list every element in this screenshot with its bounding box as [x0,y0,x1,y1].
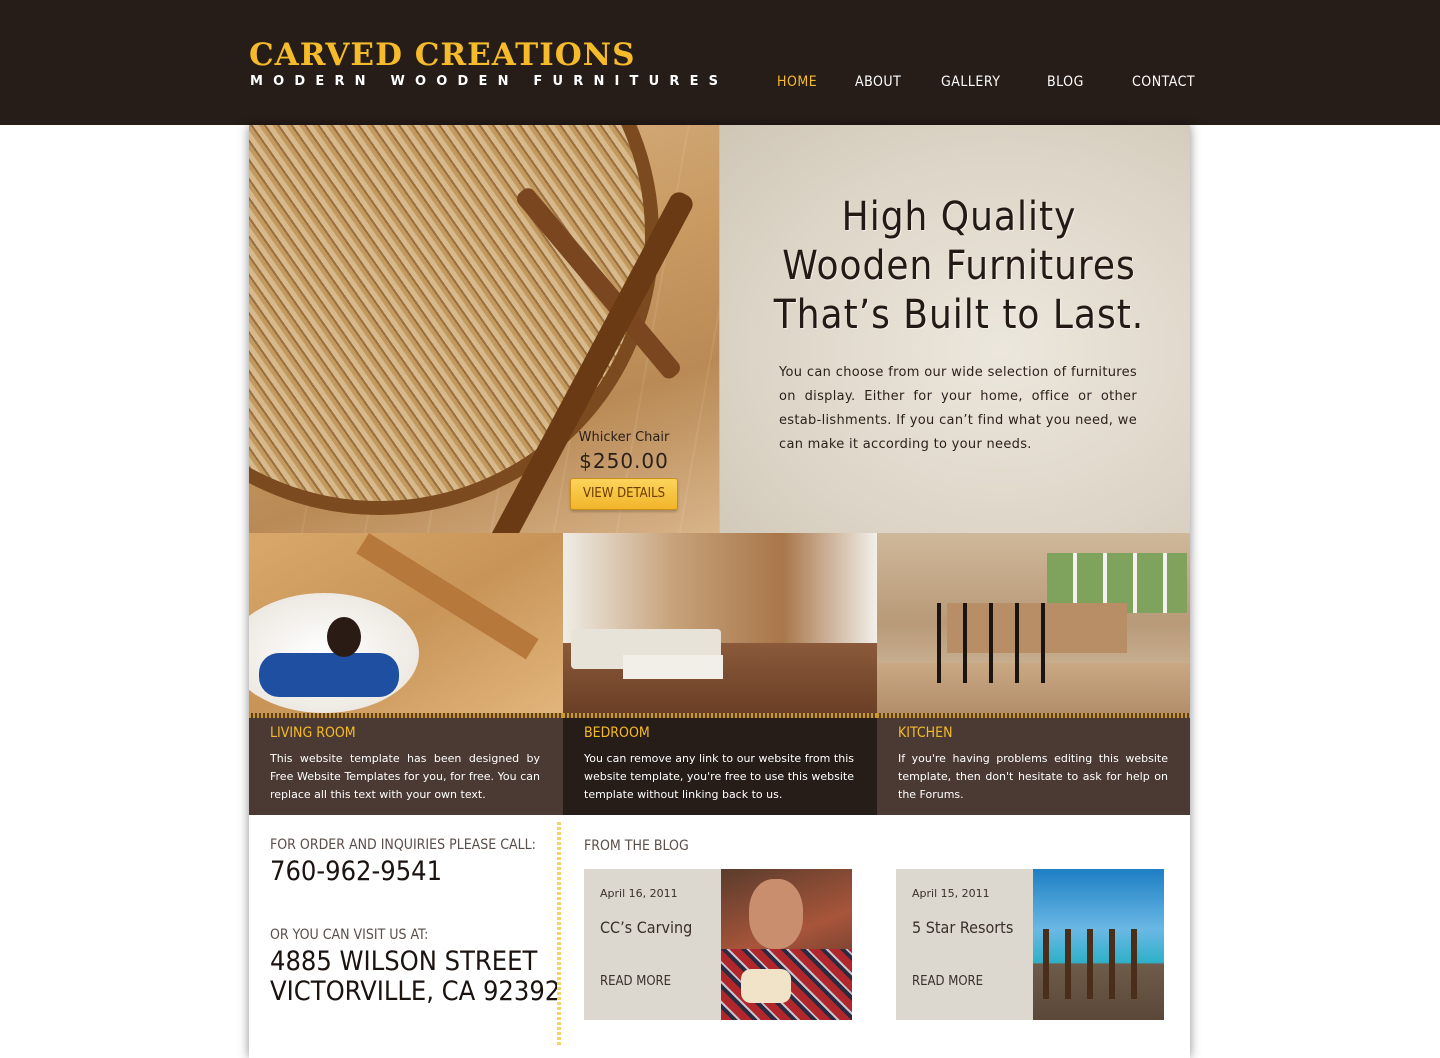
nav-home[interactable]: HOME [777,74,817,90]
category-text: If you're having problems editing this w… [898,752,1168,801]
blog-photo-resort[interactable] [1033,869,1164,1020]
category-bedroom[interactable]: BEDROOM You can remove any link to our w… [563,533,877,815]
blog-card[interactable]: April 15, 2011 5 Star Resorts READ MORE [896,869,1164,1020]
chairs-shape [1043,929,1153,999]
blog-heading: FROM THE BLOG [584,838,689,854]
section-divider [557,822,561,1046]
product-name: Whicker Chair [578,430,670,445]
face-shape [749,879,803,949]
nav-blog[interactable]: BLOG [1047,74,1084,90]
category-title[interactable]: BEDROOM [584,725,650,741]
hero-headline-line-3: That’s Built to Last. [773,292,1145,338]
blog-date: April 16, 2011 [600,887,678,900]
head-shape [327,617,361,657]
hero-description: You can choose from our wide selection o… [779,365,1137,452]
address-line-2: VICTORVILLE, CA 92392 [270,976,561,1007]
nav-gallery[interactable]: GALLERY [941,74,1000,90]
site-tagline: MODERN WOODEN FURNITURES [250,74,729,89]
hero-headline: High Quality Wooden Furnitures That’s Bu… [720,193,1198,340]
read-more-link[interactable]: READ MORE [912,974,983,989]
hero-text-panel: High Quality Wooden Furnitures That’s Bu… [719,125,1190,533]
category-title[interactable]: LIVING ROOM [270,725,356,741]
category-text: You can remove any link to our website f… [584,752,854,801]
category-body: BEDROOM You can remove any link to our w… [563,718,877,815]
nav-about[interactable]: ABOUT [855,74,901,90]
view-details-button[interactable]: VIEW DETAILS [570,478,678,510]
blog-title[interactable]: CC’s Carving [600,918,692,937]
blog-photo-carver[interactable] [721,869,852,1020]
address-label: OR YOU CAN VISIT US AT: [270,927,429,943]
blog-title[interactable]: 5 Star Resorts [912,918,1013,937]
category-kitchen[interactable]: KITCHEN If you're having problems editin… [877,533,1190,815]
phone-label: FOR ORDER AND INQUIRIES PLEASE CALL: [270,837,536,853]
carving-shape [741,969,791,1003]
living-room-image[interactable] [249,533,563,713]
site-logo-title[interactable]: CARVED CREATIONS [249,37,635,73]
nav-contact[interactable]: CONTACT [1132,74,1195,90]
blog-date: April 15, 2011 [912,887,990,900]
table-shape [623,655,723,679]
blog-card[interactable]: April 16, 2011 CC’s Carving READ MORE [584,869,852,1020]
product-price: $250.00 [579,449,669,473]
category-text: This website template has been designed … [270,752,540,801]
hero-chair-image: Whicker Chair $250.00 VIEW DETAILS [249,125,719,533]
category-living-room[interactable]: LIVING ROOM This website template has be… [249,533,563,815]
address-line-1: 4885 WILSON STREET [270,946,538,977]
kitchen-image[interactable] [877,533,1190,713]
person-shape [259,653,399,697]
category-title[interactable]: KITCHEN [898,725,953,741]
hero-headline-line-1: High Quality [841,194,1077,240]
category-body: LIVING ROOM This website template has be… [249,718,563,815]
stools-shape [937,603,1067,683]
hero-headline-line-2: Wooden Furnitures [782,243,1136,289]
read-more-link[interactable]: READ MORE [600,974,671,989]
bedroom-image[interactable] [563,533,877,713]
phone-number: 760-962-9541 [270,856,443,887]
content-wrapper: Whicker Chair $250.00 VIEW DETAILS High … [249,125,1190,1058]
category-body: KITCHEN If you're having problems editin… [877,718,1190,815]
site-header: CARVED CREATIONS MODERN WOODEN FURNITURE… [0,0,1440,125]
